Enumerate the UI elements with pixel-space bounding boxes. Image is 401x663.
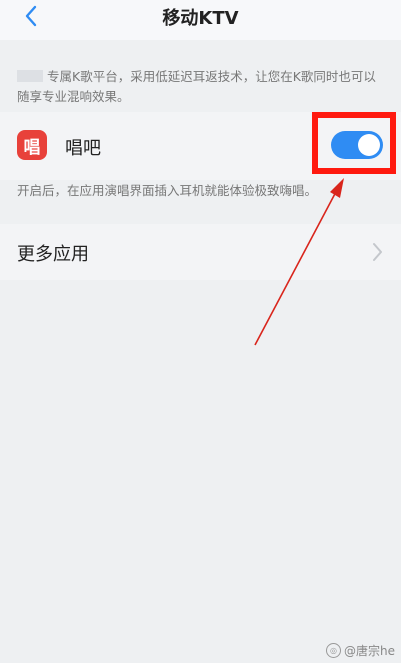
watermark-text: @唐宗he	[344, 644, 395, 658]
header: 移动KTV	[0, 0, 401, 40]
redacted-text	[17, 70, 43, 82]
chevron-right-icon	[373, 243, 382, 261]
changba-app-icon: 唱	[17, 130, 47, 160]
page-title: 移动KTV	[162, 8, 239, 29]
app-icon-glyph: 唱	[23, 137, 41, 158]
highlight-box	[312, 112, 396, 174]
hint-text: 开启后，在应用演唱界面插入耳机就能体验极致嗨唱。	[17, 183, 318, 198]
more-apps-row[interactable]: 更多应用	[0, 224, 401, 280]
feature-description: 专属K歌平台，采用低延迟耳返技术，让您在K歌同时也可以随享专业混响效果。	[17, 67, 387, 107]
watermark: ◎ @唐宗he	[326, 642, 395, 659]
watermark-logo-icon: ◎	[326, 643, 341, 658]
description-text: 专属K歌平台，采用低延迟耳返技术，让您在K歌同时也可以随享专业混响效果。	[17, 69, 376, 104]
more-apps-label: 更多应用	[17, 244, 89, 265]
arrow-head	[330, 178, 344, 198]
app-name: 唱吧	[65, 138, 101, 159]
